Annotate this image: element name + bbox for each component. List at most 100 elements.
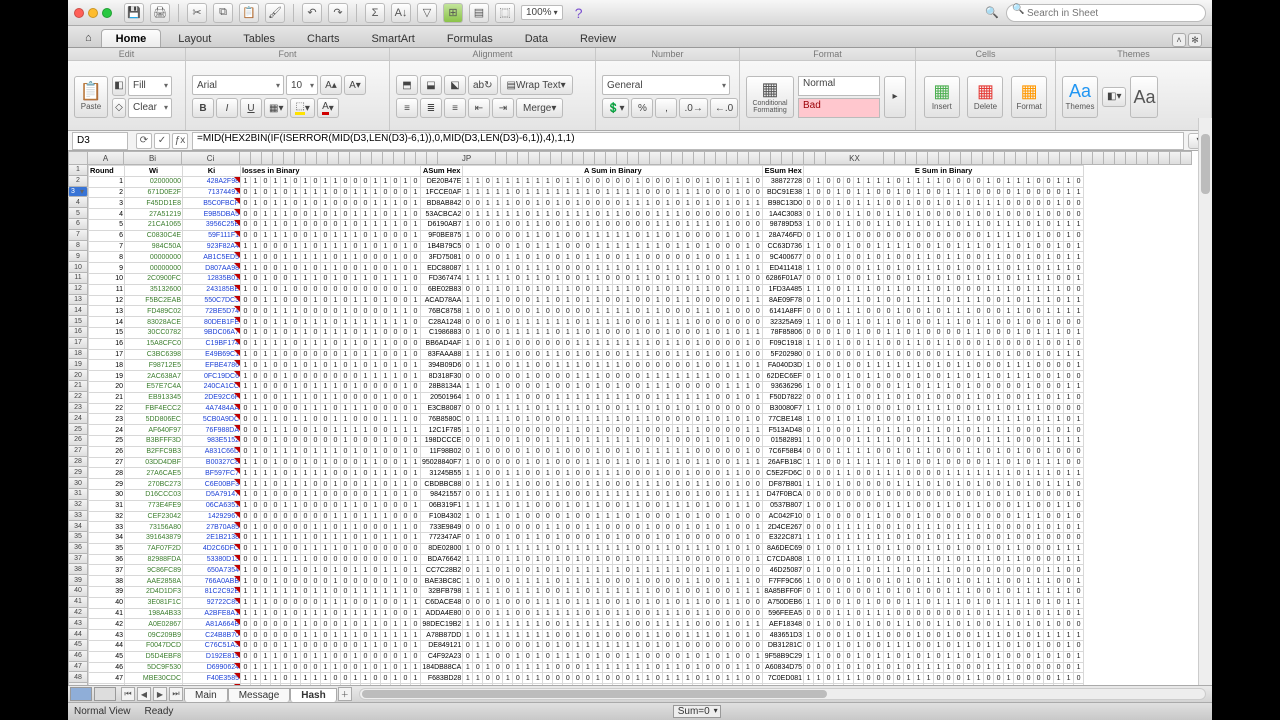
table-row[interactable]: 20E57E7C4A240CA1CC11000101110100001028B8…	[89, 381, 1084, 392]
vertical-scrollbar[interactable]	[1198, 118, 1212, 685]
save-icon[interactable]: 💾	[124, 3, 144, 23]
tab-nav-next-icon[interactable]: ▶	[153, 687, 167, 701]
table-row[interactable]: 24AF640F9776F988DA00111001011110011112C1…	[89, 425, 1084, 436]
table-row[interactable]: 12F5BC2EAB550C7DC3001100010101101001ACAD…	[89, 295, 1084, 306]
align-top-icon[interactable]: ⬒	[396, 75, 418, 95]
sheet-area[interactable]: ABiCiJPKX 123456789101112131415161718192…	[68, 151, 1212, 685]
table-row[interactable]: 102C0900FC12835B01101001110101101110FD36…	[89, 273, 1084, 284]
clear-dropdown[interactable]: Clear	[128, 98, 172, 118]
merge-button[interactable]: Merge ▾	[516, 98, 563, 118]
delete-button[interactable]: ▦Delete	[967, 76, 1003, 118]
table-row[interactable]: 4309C209B9C24B8B70000000110111011111A78B…	[89, 630, 1084, 641]
clear-icon[interactable]: ◇	[112, 98, 126, 118]
tab-aux[interactable]: ⌂	[78, 28, 99, 47]
italic-button[interactable]: I	[216, 98, 238, 118]
help-icon[interactable]: ?	[569, 3, 589, 23]
ribbon-collapse-icon[interactable]: ˄	[1172, 33, 1186, 47]
table-row[interactable]: 2827A6CAE5BF597FC71111011110010111013124…	[89, 468, 1084, 479]
align-middle-icon[interactable]: ⬓	[420, 75, 442, 95]
border-button[interactable]: ▦▾	[264, 98, 288, 118]
theme-fonts-button[interactable]: Aa	[1130, 76, 1158, 118]
grid[interactable]: RoundWiKilosses in BinaryASum HexA Sum i…	[88, 165, 1212, 685]
table-row[interactable]: 2703DD4DBFB00327C81101001010001100119502…	[89, 457, 1084, 468]
align-left-icon[interactable]: ≡	[396, 98, 418, 118]
decrease-font-icon[interactable]: A▾	[344, 75, 366, 95]
table-row[interactable]: 21EB9133452DE92C6F1100111011000010012050…	[89, 392, 1084, 403]
table-row[interactable]: 403E081F1C92722C85111000001110010011C6DA…	[89, 597, 1084, 608]
orientation-icon[interactable]: ab↻	[468, 75, 498, 95]
table-row[interactable]: 900000000D807AA98110010101100100101EDC88…	[89, 263, 1084, 274]
table-row[interactable]: 32CEF2304214292967000000000110111000F10B…	[89, 511, 1084, 522]
status-sum[interactable]: Sum=0	[673, 705, 721, 718]
table-row[interactable]: 392D4D1DF381C2C92E11111101100111111032BF…	[89, 587, 1084, 598]
tab-data[interactable]: Data	[510, 29, 563, 47]
number-format-select[interactable]: General	[602, 75, 730, 95]
font-size-select[interactable]: 10	[286, 75, 318, 95]
table-row[interactable]: 31773E4FE906CA635110001100001101000106B3…	[89, 500, 1084, 511]
insert-button[interactable]: ▦Insert	[924, 76, 960, 118]
redo-icon[interactable]: ↷	[328, 3, 348, 23]
table-row[interactable]: 3682988FDA53380D13001111100000000010BDA7…	[89, 554, 1084, 565]
table-row[interactable]: 38AAE2858A766A0ABB100100000100000100BAE3…	[89, 576, 1084, 587]
select-all-corner[interactable]	[68, 151, 88, 165]
horizontal-scrollbar[interactable]	[359, 688, 1206, 700]
normal-view-icon[interactable]	[70, 687, 92, 701]
tab-charts[interactable]: Charts	[292, 29, 354, 47]
filter-icon[interactable]: ▽	[417, 3, 437, 23]
dec-decimal-icon[interactable]: ←.0	[710, 98, 738, 118]
table-row[interactable]: 192AC638A70FC19DC61000100000001111018D31…	[89, 371, 1084, 382]
table-row[interactable]: 427A51219E9B5DBA500111001010111011053ACB…	[89, 209, 1084, 220]
table-row[interactable]: 30D16CCC03D5A791471010001100000110109842…	[89, 489, 1084, 500]
font-name-select[interactable]: Arial	[192, 75, 284, 95]
print-icon[interactable]: 🖨	[150, 3, 170, 23]
row-headers[interactable]: 1234567891011121314151617181920212223242…	[68, 165, 88, 685]
table-row[interactable]: 6C0830C4E59F111F10011100101110100019F0BE…	[89, 230, 1084, 241]
fill-dropdown[interactable]: Fill	[128, 76, 172, 96]
zoom-icon[interactable]	[102, 8, 112, 18]
cut-icon[interactable]: ✂	[187, 3, 207, 23]
tab-formulas[interactable]: Formulas	[432, 29, 508, 47]
table-row[interactable]: 1530CC07829BDC06A7010101101110110001C198…	[89, 327, 1084, 338]
table-row[interactable]: 235DD806EC5CB0A9DC00110110011000111076B8…	[89, 414, 1084, 425]
toolbox-icon[interactable]: ⊞	[443, 3, 463, 23]
percent-icon[interactable]: %	[631, 98, 653, 118]
search-input[interactable]	[1006, 4, 1206, 22]
paste-icon[interactable]: 📋	[239, 3, 259, 23]
table-row[interactable]: 1483028ACE80DEB1FE010110111011111110C28A…	[89, 317, 1084, 328]
styles-more-icon[interactable]: ▸	[884, 76, 906, 118]
tab-nav-last-icon[interactable]: ⏭	[169, 687, 183, 701]
fx-cancel-icon[interactable]: ⟳	[136, 133, 152, 149]
comma-icon[interactable]: ,	[655, 98, 677, 118]
table-row[interactable]: 521CA10653956C25B001101000010111101D6190…	[89, 219, 1084, 230]
table-row[interactable]: 44F0047DCDC76C51A3000011000000110101DE84…	[89, 641, 1084, 652]
table-row[interactable]: 41198A4B33A2BFE8A1111010111011111001ADDA…	[89, 608, 1084, 619]
sheet-tab-message[interactable]: Message	[228, 688, 291, 702]
tab-review[interactable]: Review	[565, 29, 631, 47]
table-row[interactable]: 2671D0E2F713744910101011110011100011FCCE…	[89, 187, 1084, 198]
table-row[interactable]: 18F98712E5EFBE4786101001010101010101394B…	[89, 360, 1084, 371]
theme-colors-icon[interactable]: ◧▾	[1102, 87, 1126, 107]
align-center-icon[interactable]: ≣	[420, 98, 442, 118]
close-icon[interactable]	[74, 8, 84, 18]
conditional-formatting-button[interactable]: ▦Conditional Formatting	[746, 76, 794, 118]
increase-font-icon[interactable]: A▴	[320, 75, 342, 95]
chart-icon[interactable]: ⿴	[495, 3, 515, 23]
table-row[interactable]: 47MBE30CDCF40E3585111101111001100101F683…	[89, 673, 1084, 684]
table-row[interactable]: 48DBB6A075106AA070110100101110001100238C…	[89, 684, 1084, 685]
table-row[interactable]: 13FD489C0272BE5D7400011100001000011076BC…	[89, 306, 1084, 317]
table-row[interactable]: 7984C50A923F82A41100011011101010101B4B79…	[89, 241, 1084, 252]
page-icon[interactable]: ▤	[469, 3, 489, 23]
tab-layout[interactable]: Layout	[163, 29, 226, 47]
table-row[interactable]: 3F45DD1E8B5C0FBCF010110101000011101BD8AB…	[89, 198, 1084, 209]
tab-smartart[interactable]: SmartArt	[356, 29, 429, 47]
tab-nav-first-icon[interactable]: ⏮	[121, 687, 135, 701]
table-row[interactable]: 357AF07F2D4D2C6DFC0111001111010000008DE0…	[89, 543, 1084, 554]
currency-icon[interactable]: 💲▾	[602, 98, 629, 118]
table-row[interactable]: 465DC9F530D6990624011110001100101011184D…	[89, 662, 1084, 673]
underline-button[interactable]: U	[240, 98, 262, 118]
format-button[interactable]: ▦Format	[1011, 76, 1047, 118]
fx-enter-icon[interactable]: ✓	[154, 133, 170, 149]
undo-icon[interactable]: ↶	[302, 3, 322, 23]
table-row[interactable]: 22FBF4ECC24A7484AA011000111011100001E3CB…	[89, 403, 1084, 414]
formula-input[interactable]: =MID(HEX2BIN(IF(ISERROR(MID(D3,LEN(D3)-6…	[192, 132, 1184, 150]
